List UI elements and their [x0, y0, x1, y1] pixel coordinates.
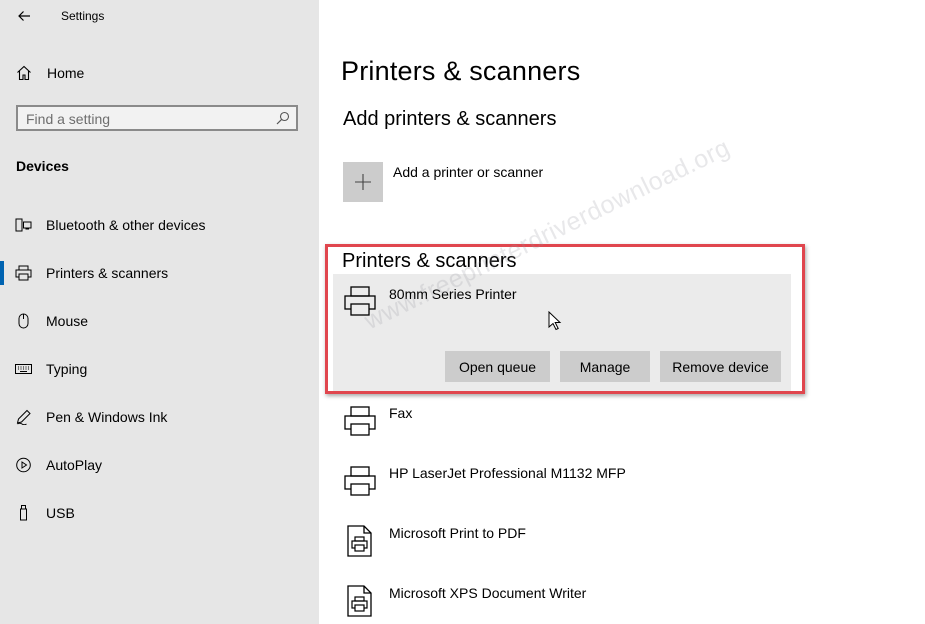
sidebar-item-pen[interactable]: Pen & Windows Ink [0, 397, 319, 437]
printer-icon [344, 286, 376, 316]
search-input[interactable] [26, 110, 266, 128]
page-title: Printers & scanners [341, 56, 581, 86]
settings-window: Settings Home Devices Bluetooth & other … [0, 0, 925, 624]
main-content: Printers & scanners Add printers & scann… [319, 0, 925, 624]
mouse-icon [18, 313, 29, 329]
printer-name: Microsoft Print to PDF [389, 525, 526, 541]
printer-name: Fax [389, 405, 413, 421]
sidebar-item-home[interactable]: Home [0, 58, 319, 88]
document-printer-icon [347, 525, 372, 557]
printer-icon [344, 406, 376, 436]
search-icon[interactable] [276, 111, 290, 125]
home-icon [17, 65, 31, 81]
back-arrow-icon [18, 11, 30, 21]
autoplay-icon [16, 457, 31, 473]
sidebar-item-typing[interactable]: Typing [0, 349, 319, 389]
printer-icon [344, 466, 376, 496]
sidebar-item-label: AutoPlay [46, 457, 103, 473]
printers-list-heading: Printers & scanners [342, 250, 517, 272]
sidebar-item-label: Printers & scanners [46, 265, 169, 281]
open-queue-button[interactable]: Open queue [445, 351, 550, 382]
add-printer-label[interactable]: Add a printer or scanner [393, 164, 543, 180]
sidebar-item-label: Mouse [46, 313, 89, 329]
search-box[interactable] [16, 105, 298, 131]
add-section-heading: Add printers & scanners [343, 108, 557, 130]
sidebar-item-label: Pen & Windows Ink [46, 409, 168, 425]
sidebar-item-mouse[interactable]: Mouse [0, 301, 319, 341]
mouse-cursor-icon [548, 311, 562, 331]
add-printer-button[interactable] [343, 162, 383, 202]
sidebar-item-autoplay[interactable]: AutoPlay [0, 445, 319, 485]
printer-name: 80mm Series Printer [389, 286, 517, 302]
plus-icon [355, 174, 371, 190]
bluetooth-devices-icon [15, 218, 32, 232]
sidebar-item-bluetooth[interactable]: Bluetooth & other devices [0, 205, 319, 245]
sidebar-item-label: Home [47, 65, 85, 81]
pen-icon [16, 409, 31, 425]
printer-name: Microsoft XPS Document Writer [389, 585, 587, 601]
sidebar-item-label: Typing [46, 361, 88, 377]
sidebar-item-printers[interactable]: Printers & scanners [0, 253, 319, 293]
printer-icon [15, 265, 32, 281]
sidebar-item-label: USB [46, 505, 75, 521]
app-title: Settings [61, 9, 105, 23]
keyboard-icon [15, 364, 32, 374]
document-printer-icon [347, 585, 372, 617]
title-bar: Settings [0, 0, 319, 34]
printer-name: HP LaserJet Professional M1132 MFP [389, 465, 626, 481]
sidebar-item-usb[interactable]: USB [0, 493, 319, 533]
sidebar: Settings Home Devices Bluetooth & other … [0, 0, 319, 624]
back-button[interactable] [10, 4, 38, 28]
remove-device-button[interactable]: Remove device [660, 351, 781, 382]
manage-button[interactable]: Manage [560, 351, 650, 382]
section-heading-devices: Devices [16, 158, 69, 174]
sidebar-item-label: Bluetooth & other devices [46, 217, 206, 233]
usb-icon [20, 505, 27, 521]
